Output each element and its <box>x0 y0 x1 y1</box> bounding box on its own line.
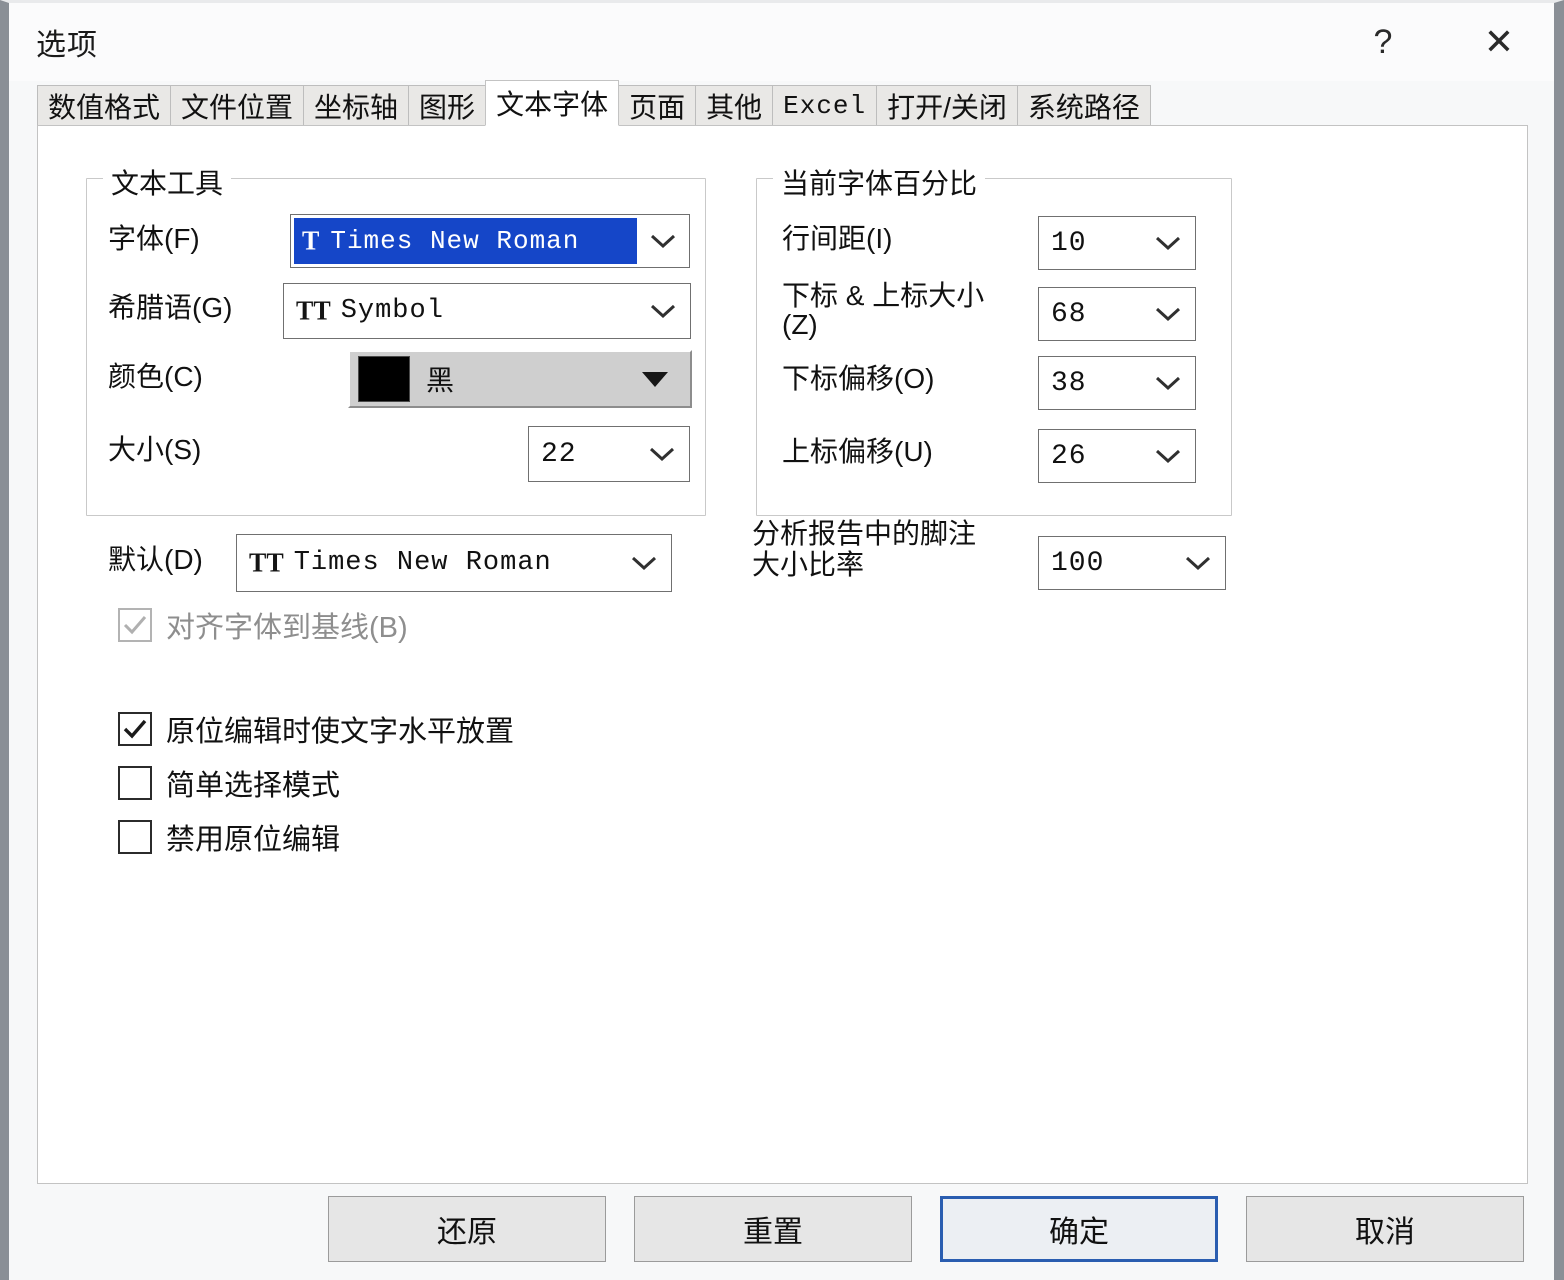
default-font-value-wrap: TT Times New Roman <box>237 548 617 578</box>
truetype-icon: T <box>302 225 321 256</box>
line-spacing-value: 10 <box>1051 227 1087 259</box>
restore-button[interactable]: 还原 <box>328 1196 606 1262</box>
checkbox-label: 对齐字体到基线(B) <box>166 612 408 644</box>
close-icon[interactable]: ✕ <box>1456 3 1542 81</box>
tab-system-path[interactable]: 系统路径 <box>1016 85 1151 125</box>
line-spacing-combobox[interactable]: 10 <box>1038 216 1196 270</box>
tab-page[interactable]: 页面 <box>618 85 697 125</box>
superscript-offset-label: 上标偏移(U) <box>782 436 933 467</box>
size-combobox[interactable]: 22 <box>528 426 690 482</box>
color-combobox-value: 黑 <box>426 365 455 396</box>
tab-graph[interactable]: 图形 <box>408 85 487 125</box>
chevron-down-icon[interactable] <box>1141 447 1195 465</box>
greek-label: 希腊语(G) <box>108 292 233 323</box>
chevron-down-icon[interactable] <box>636 302 690 320</box>
tab-number-format[interactable]: 数值格式 <box>37 85 172 125</box>
font-combobox-value: Times New Roman <box>330 226 580 256</box>
default-font-label: 默认(D) <box>108 544 203 575</box>
sub-superscript-size-label: 下标 & 上标大小 (Z) <box>782 280 985 341</box>
footnote-ratio-label: 分析报告中的脚注 大小比率 <box>752 518 977 580</box>
superscript-offset-value: 26 <box>1051 440 1087 472</box>
font-combobox-value-wrap: T Times New Roman <box>294 218 637 264</box>
font-label: 字体(F) <box>108 223 200 254</box>
dialog-button-bar: 还原 重置 确定 取消 <box>9 1184 1554 1280</box>
tab-axis[interactable]: 坐标轴 <box>303 85 410 125</box>
group-font-percent-title: 当前字体百分比 <box>773 162 986 202</box>
chevron-down-icon[interactable] <box>1171 554 1225 572</box>
greek-combobox-value: Symbol <box>340 296 444 326</box>
default-font-value: Times New Roman <box>293 548 552 578</box>
checkbox-disable-inplace-edit[interactable]: 禁用原位编辑 <box>118 816 340 858</box>
chevron-down-icon[interactable] <box>637 232 689 250</box>
footnote-ratio-combobox[interactable]: 100 <box>1038 536 1226 590</box>
subscript-offset-value: 38 <box>1051 367 1087 399</box>
checkbox-align-font-baseline[interactable]: 对齐字体到基线(B) <box>118 604 408 646</box>
tab-open-close[interactable]: 打开/关闭 <box>876 85 1018 125</box>
chevron-down-icon[interactable] <box>617 554 671 572</box>
checkbox-horizontal-text-inplace[interactable]: 原位编辑时使文字水平放置 <box>118 708 514 750</box>
color-swatch <box>358 356 410 402</box>
checkbox-box[interactable] <box>118 608 152 642</box>
chevron-down-icon[interactable] <box>635 445 689 463</box>
font-combobox[interactable]: T Times New Roman <box>290 214 690 268</box>
sub-superscript-size-value: 68 <box>1051 298 1087 330</box>
checkbox-label: 原位编辑时使文字水平放置 <box>166 716 515 748</box>
line-spacing-label: 行间距(I) <box>782 223 893 254</box>
subscript-offset-label: 下标偏移(O) <box>782 363 935 394</box>
checkbox-box[interactable] <box>118 820 152 854</box>
footnote-ratio-value: 100 <box>1051 547 1105 579</box>
color-combobox[interactable]: 黑 <box>348 350 692 408</box>
checkbox-box[interactable] <box>118 712 152 746</box>
checkbox-label: 简单选择模式 <box>166 770 341 802</box>
checkbox-simple-select-mode[interactable]: 简单选择模式 <box>118 762 340 804</box>
tab-file-location[interactable]: 文件位置 <box>170 85 305 125</box>
chevron-down-icon[interactable] <box>1141 234 1195 252</box>
truetype-icon: TT <box>296 296 331 326</box>
size-combobox-value: 22 <box>541 438 577 470</box>
group-text-tools-title: 文本工具 <box>103 162 232 202</box>
options-dialog-window: 选项 ? ✕ 数值格式 文件位置 坐标轴 图形 文本字体 页面 其他 Excel… <box>0 0 1564 1280</box>
title-bar: 选项 ? ✕ <box>9 3 1554 81</box>
color-label: 颜色(C) <box>108 361 203 392</box>
checkbox-box[interactable] <box>118 766 152 800</box>
cancel-button[interactable]: 取消 <box>1246 1196 1524 1262</box>
tab-misc[interactable]: 其他 <box>695 85 774 125</box>
checkbox-label: 禁用原位编辑 <box>166 824 341 856</box>
default-font-combobox[interactable]: TT Times New Roman <box>236 534 672 592</box>
help-icon[interactable]: ? <box>1340 3 1426 81</box>
triangle-down-icon[interactable] <box>642 371 668 387</box>
tab-strip: 数值格式 文件位置 坐标轴 图形 文本字体 页面 其他 Excel 打开/关闭 … <box>9 80 1554 126</box>
chevron-down-icon[interactable] <box>1141 374 1195 392</box>
chevron-down-icon[interactable] <box>1141 305 1195 323</box>
size-label: 大小(S) <box>108 434 202 465</box>
sub-superscript-size-combobox[interactable]: 68 <box>1038 287 1196 341</box>
superscript-offset-combobox[interactable]: 26 <box>1038 429 1196 483</box>
subscript-offset-combobox[interactable]: 38 <box>1038 356 1196 410</box>
reset-button[interactable]: 重置 <box>634 1196 912 1262</box>
tab-page-text-fonts: 文本工具 字体(F) T Times New Roman 希腊语(G) TT S… <box>37 125 1528 1184</box>
truetype-icon: TT <box>249 548 284 578</box>
ok-button[interactable]: 确定 <box>940 1196 1218 1262</box>
tab-excel[interactable]: Excel <box>772 85 878 125</box>
window-title: 选项 <box>36 29 98 62</box>
greek-combobox-value-wrap: TT Symbol <box>284 296 636 326</box>
greek-combobox[interactable]: TT Symbol <box>283 283 691 339</box>
tab-text-fonts[interactable]: 文本字体 <box>485 80 620 126</box>
